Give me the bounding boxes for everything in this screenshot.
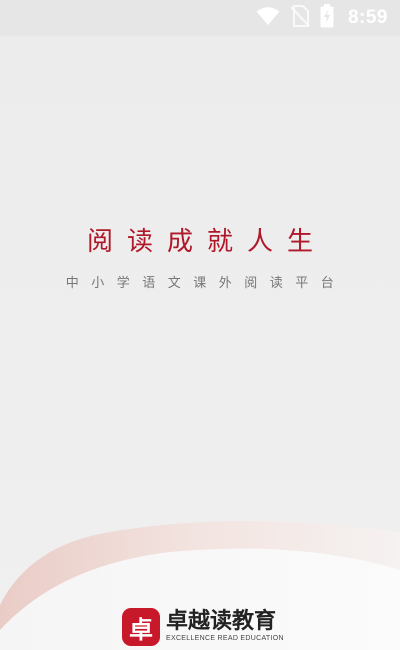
status-time: 8:59 — [347, 7, 388, 28]
battery-charging-icon — [320, 4, 334, 32]
status-bar: 8:59 — [0, 0, 400, 36]
no-sim-icon — [290, 5, 310, 31]
slogan-text: 阅读成就人生 — [86, 227, 327, 257]
splash-screen: 8:59 阅读成就人生 中小学语文课外阅读平台 卓 卓越读教育 EXCELLEN… — [0, 0, 400, 650]
status-icons: 8:59 — [256, 4, 388, 32]
brand-text: 卓越读教育 EXCELLENCE READ EDUCATION — [166, 610, 284, 644]
subtitle-text: 中小学语文课外阅读平台 — [65, 276, 347, 291]
brand-name: 卓越读教育 — [166, 609, 277, 634]
wifi-icon — [256, 6, 280, 30]
brand-logo-icon: 卓 — [122, 608, 160, 646]
brand-tagline: EXCELLENCE READ EDUCATION — [166, 635, 284, 642]
brand-logo-group: 卓 卓越读教育 EXCELLENCE READ EDUCATION — [122, 608, 284, 646]
